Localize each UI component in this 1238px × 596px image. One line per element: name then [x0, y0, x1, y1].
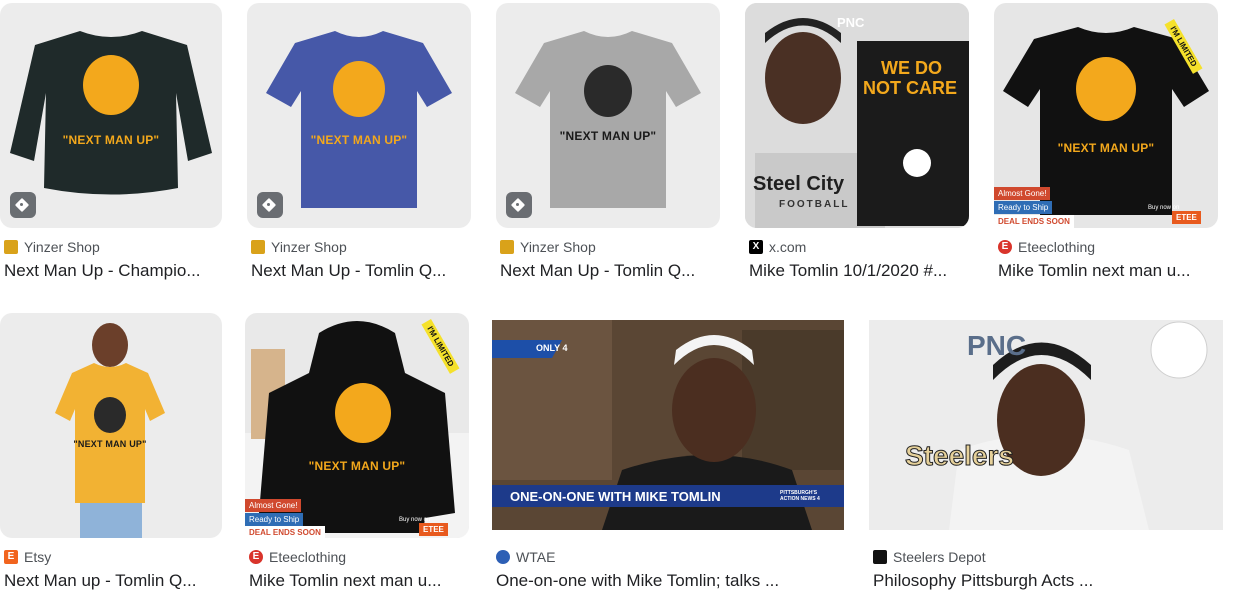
result-thumbnail[interactable]: "NEXT MAN UP"	[0, 3, 222, 228]
result-source: X x.com	[749, 239, 806, 255]
only-on-bug: ONLY 4	[536, 343, 568, 353]
result-thumbnail[interactable]: ONE-ON-ONE WITH MIKE TOMLIN ONLY 4 PITTS…	[492, 320, 844, 530]
quote-line-1: WE DO	[881, 58, 942, 78]
result-card-1[interactable]: "NEXT MAN UP" Yinzer Shop Next Man Up - …	[0, 0, 222, 290]
result-title[interactable]: Mike Tomlin 10/1/2020 #...	[749, 261, 964, 281]
result-source: Yinzer Shop	[4, 239, 100, 255]
press-conference-photo	[869, 320, 1223, 530]
steelers-depot-favicon-icon	[873, 550, 887, 564]
result-title[interactable]: Mike Tomlin next man u...	[249, 571, 464, 591]
result-source: Yinzer Shop	[251, 239, 347, 255]
shirt-line-1: Steel City	[753, 173, 845, 195]
eteeclothing-favicon-icon: E	[998, 240, 1012, 254]
shirt-print-text: "NEXT MAN UP"	[559, 129, 657, 143]
quote-line-2: NOT CARE	[863, 78, 957, 98]
source-name: WTAE	[516, 549, 556, 565]
etee-brand-label: ETEE	[419, 523, 448, 536]
almost-gone-badge: Almost Gone!	[994, 187, 1051, 200]
result-title[interactable]: Mike Tomlin next man u...	[998, 261, 1213, 281]
result-thumbnail[interactable]: "NEXT MAN UP" I'M LIMITED Almost Gone! R…	[994, 3, 1218, 228]
source-name: Yinzer Shop	[271, 239, 347, 255]
result-card-5[interactable]: "NEXT MAN UP" I'M LIMITED Almost Gone! R…	[994, 0, 1218, 290]
product-tag-icon	[506, 192, 532, 218]
result-thumbnail[interactable]: "NEXT MAN UP"	[247, 3, 471, 228]
result-thumbnail[interactable]: PNC Steelers	[869, 320, 1223, 530]
etee-brand-label: ETEE	[1172, 211, 1201, 224]
shirt-line-2: FOOTBALL	[779, 199, 850, 210]
result-title[interactable]: Next Man Up - Tomlin Q...	[251, 261, 466, 281]
source-name: Steelers Depot	[893, 549, 986, 565]
result-source: E Eteeclothing	[249, 549, 346, 565]
result-source: E Etsy	[4, 549, 51, 565]
shirt-print-text: "NEXT MAN UP"	[62, 133, 160, 147]
shirt-print-text: "NEXT MAN UP"	[310, 133, 408, 147]
ready-to-ship-badge: Ready to Ship	[245, 513, 304, 526]
result-card-3[interactable]: "NEXT MAN UP" Yinzer Shop Next Man Up - …	[496, 0, 720, 290]
result-card-6[interactable]: "NEXT MAN UP" E Etsy Next Man up - Tomli…	[0, 310, 222, 596]
result-source: Yinzer Shop	[500, 239, 596, 255]
result-thumbnail[interactable]: "NEXT MAN UP"	[0, 313, 222, 538]
model-gold-tshirt-photo	[55, 323, 165, 538]
shirt-print-text: "NEXT MAN UP"	[308, 459, 406, 473]
result-card-4[interactable]: WE DO NOT CARE Steel City FOOTBALL PNC X…	[745, 0, 969, 290]
product-tag-icon	[10, 192, 36, 218]
result-source: Steelers Depot	[873, 549, 986, 565]
result-title[interactable]: Next Man Up - Tomlin Q...	[500, 261, 715, 281]
result-card-8[interactable]: ONE-ON-ONE WITH MIKE TOMLIN ONLY 4 PITTS…	[492, 310, 844, 596]
result-card-7[interactable]: "NEXT MAN UP" I'M LIMITED Almost Gone! R…	[245, 310, 469, 596]
result-card-9[interactable]: PNC Steelers Steelers Depot Philosophy P…	[869, 310, 1223, 596]
source-name: Yinzer Shop	[520, 239, 596, 255]
source-name: x.com	[769, 239, 807, 255]
yinzer-shop-favicon-icon	[4, 240, 18, 254]
x-favicon-icon: X	[749, 240, 763, 254]
result-title[interactable]: Next Man up - Tomlin Q...	[4, 571, 219, 591]
product-tag-icon	[257, 192, 283, 218]
result-title[interactable]: One-on-one with Mike Tomlin; talks ...	[496, 571, 841, 591]
result-title[interactable]: Next Man Up - Champio...	[4, 261, 219, 281]
shirt-print-text: "NEXT MAN UP"	[1057, 141, 1155, 155]
result-thumbnail[interactable]: "NEXT MAN UP"	[496, 3, 720, 228]
ready-to-ship-badge: Ready to Ship	[994, 201, 1053, 214]
wtae-favicon-icon	[496, 550, 510, 564]
almost-gone-badge: Almost Gone!	[245, 499, 302, 512]
yinzer-shop-favicon-icon	[251, 240, 265, 254]
result-source: WTAE	[496, 549, 555, 565]
deal-ends-soon-badge: DEAL ENDS SOON	[994, 215, 1074, 228]
result-thumbnail[interactable]: "NEXT MAN UP" I'M LIMITED Almost Gone! R…	[245, 313, 469, 538]
result-title[interactable]: Philosophy Pittsburgh Acts ...	[873, 571, 1218, 591]
shirt-print-text: "NEXT MAN UP"	[73, 439, 147, 449]
result-card-2[interactable]: "NEXT MAN UP" Yinzer Shop Next Man Up - …	[247, 0, 471, 290]
source-name: Etsy	[24, 549, 52, 565]
eteeclothing-favicon-icon: E	[249, 550, 263, 564]
etsy-favicon-icon: E	[4, 550, 18, 564]
result-source: E Eteeclothing	[998, 239, 1095, 255]
yinzer-shop-favicon-icon	[500, 240, 514, 254]
station-logo-text: PITTSBURGH'S ACTION NEWS 4	[780, 490, 820, 502]
backdrop-sponsor-text: PNC	[967, 330, 1027, 361]
source-name: Yinzer Shop	[24, 239, 100, 255]
deal-ends-soon-badge: DEAL ENDS SOON	[245, 526, 325, 538]
result-thumbnail[interactable]: WE DO NOT CARE Steel City FOOTBALL PNC	[745, 3, 969, 228]
sponsor-text: PNC	[837, 15, 865, 30]
backdrop-team-text: Steelers	[905, 440, 1015, 472]
source-name: Eteeclothing	[1018, 239, 1096, 255]
lower-third-text: ONE-ON-ONE WITH MIKE TOMLIN	[510, 489, 721, 504]
source-name: Eteeclothing	[269, 549, 347, 565]
